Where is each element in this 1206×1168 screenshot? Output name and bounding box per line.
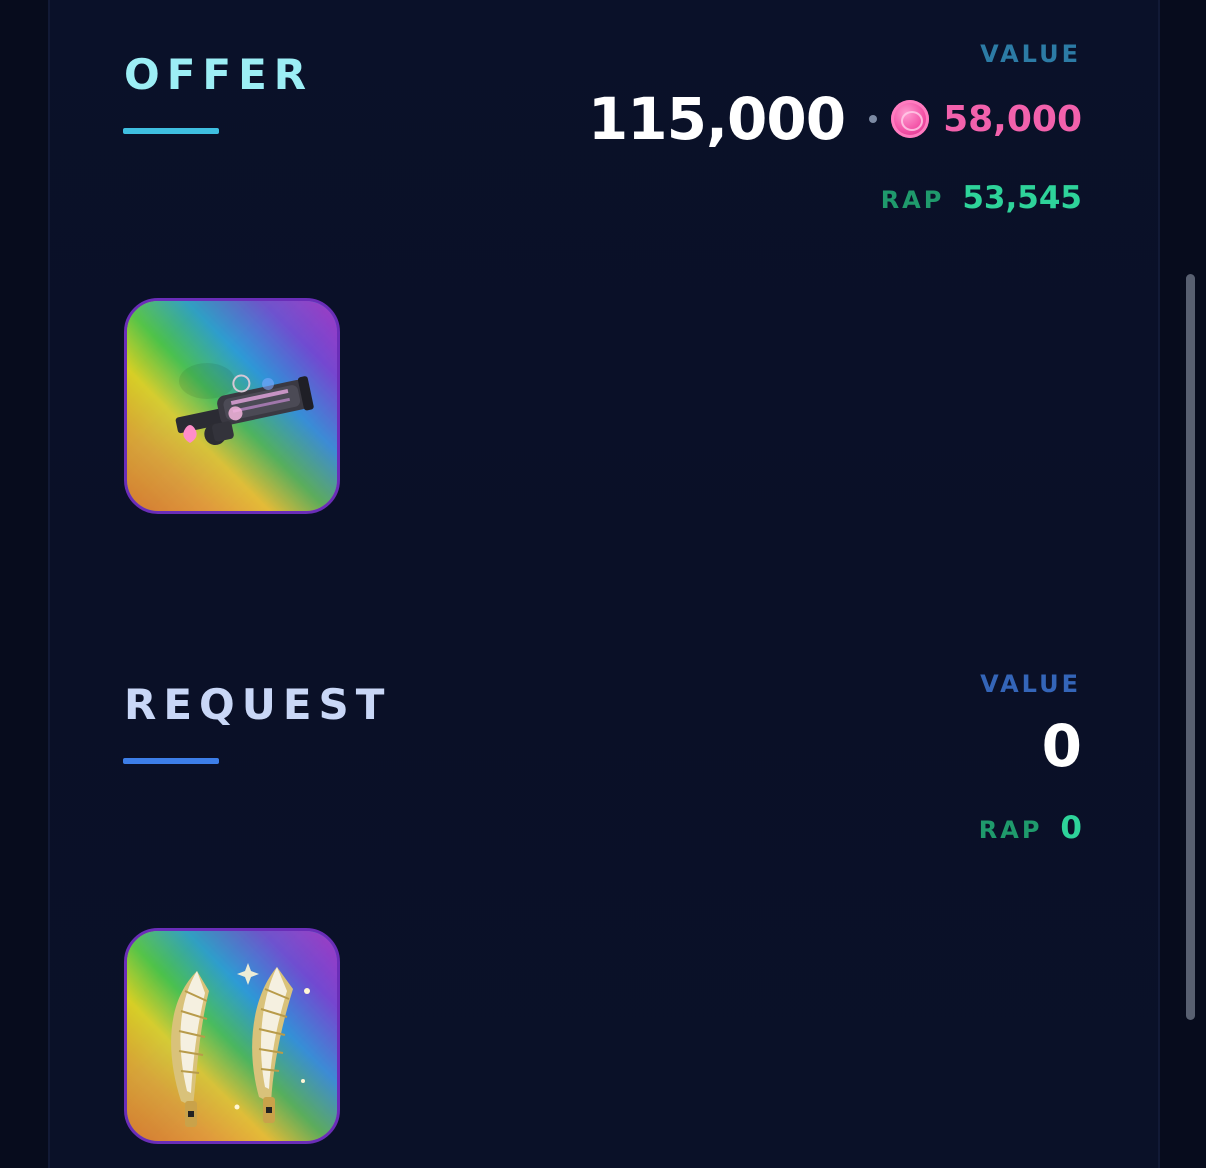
request-rap-label: RAP <box>978 816 1043 844</box>
request-rap-value: 0 <box>1060 810 1082 846</box>
request-rap-row: RAP 0 <box>979 810 1082 846</box>
separator-dot <box>869 115 878 123</box>
grenade-launcher-icon <box>175 363 314 446</box>
golden-wings-icon <box>171 963 310 1127</box>
offer-value: 115,000 <box>587 85 846 153</box>
request-title: REQUEST <box>124 680 392 729</box>
request-item-card[interactable] <box>124 928 340 1144</box>
offer-rap-row: RAP 53,545 <box>881 180 1082 216</box>
offer-title: OFFER <box>124 50 314 99</box>
request-value: 0 <box>1041 712 1082 780</box>
offer-rap-value: 53,545 <box>962 180 1082 216</box>
offer-value-row: 115,000 58,000 <box>588 84 1082 154</box>
offer-item-card[interactable] <box>124 298 340 514</box>
offer-value-label: VALUE <box>980 40 1081 68</box>
offer-rap-label: RAP <box>880 186 945 214</box>
request-value-label: VALUE <box>980 670 1081 698</box>
offer-currency-value: 58,000 <box>943 98 1082 140</box>
offer-title-underline <box>123 128 219 134</box>
currency-coin-icon <box>891 100 930 138</box>
trade-page: OFFER VALUE 115,000 58,000 RAP 53,545 RE… <box>0 0 1206 1168</box>
scrollbar[interactable] <box>1186 274 1195 1020</box>
request-title-underline <box>123 758 219 764</box>
